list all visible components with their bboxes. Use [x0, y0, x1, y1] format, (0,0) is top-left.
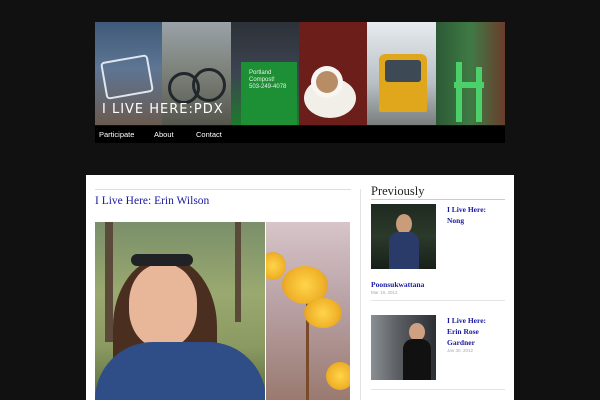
- sunglasses-shape: [131, 254, 193, 266]
- shirt-shape: [95, 342, 266, 400]
- post-photo[interactable]: [95, 222, 350, 400]
- post-title[interactable]: I Live Here: Erin Wilson: [95, 195, 209, 207]
- header-photo-green-chairs: [436, 22, 505, 125]
- flower-photo: [266, 222, 350, 400]
- neon-sign-shape: [100, 54, 154, 100]
- content-area: I Live Here: Erin Wilson Previously I Li…: [86, 175, 514, 400]
- header-photo-coffee: [299, 22, 367, 125]
- header-photo-streetcar: [367, 22, 436, 125]
- sidebar-thumbnail[interactable]: [371, 315, 436, 380]
- nav-item-about[interactable]: About: [154, 130, 174, 139]
- chair-leg: [476, 67, 482, 122]
- sidebar-link-line3[interactable]: Gardner: [447, 337, 475, 348]
- tree-trunk: [235, 222, 241, 322]
- sidebar-link-line3[interactable]: Poonsukwattana: [371, 279, 424, 290]
- person-body: [403, 339, 431, 380]
- sidebar-link-line1[interactable]: I Live Here:: [447, 204, 486, 215]
- post-top-divider: [95, 189, 351, 190]
- sidebar-title-divider: [371, 199, 505, 200]
- chair-leg: [456, 62, 462, 122]
- streetcar-window: [385, 60, 421, 82]
- bike-wheel: [192, 68, 226, 102]
- person-head: [396, 214, 412, 234]
- site-title[interactable]: I LIVE HERE:PDX: [102, 102, 224, 117]
- person-body: [389, 232, 419, 269]
- face-shape: [129, 264, 197, 348]
- coffee-shape: [316, 71, 338, 93]
- chair-seat: [454, 82, 484, 88]
- sidebar-entry-divider: [371, 300, 505, 301]
- nav-item-participate[interactable]: Participate: [99, 130, 134, 139]
- sidebar-thumbnail[interactable]: [371, 204, 436, 269]
- yellow-flower: [304, 298, 343, 328]
- tree-trunk: [105, 222, 113, 342]
- main-nav: Participate About Contact: [95, 126, 505, 143]
- yellow-flower: [326, 362, 350, 390]
- sidebar-entry-divider: [371, 389, 505, 390]
- sidebar-link-line2[interactable]: Nong: [447, 215, 464, 226]
- header-photo-compost-cart: Portland Compost! 503-249-4078: [231, 22, 299, 125]
- nav-item-contact[interactable]: Contact: [196, 130, 222, 139]
- sidebar-link-line1[interactable]: I Live Here:: [447, 315, 486, 326]
- portrait-photo: [95, 222, 266, 400]
- sidebar-title: Previously: [371, 184, 425, 198]
- sidebar-date: Jan 30, 2012: [447, 348, 474, 353]
- sidebar-divider: [360, 189, 361, 400]
- compost-cart-label: Portland Compost! 503-249-4078: [249, 70, 287, 90]
- sidebar-link-line2[interactable]: Erin Rose: [447, 326, 479, 337]
- sidebar-date: Mar 19, 2012: [371, 290, 398, 295]
